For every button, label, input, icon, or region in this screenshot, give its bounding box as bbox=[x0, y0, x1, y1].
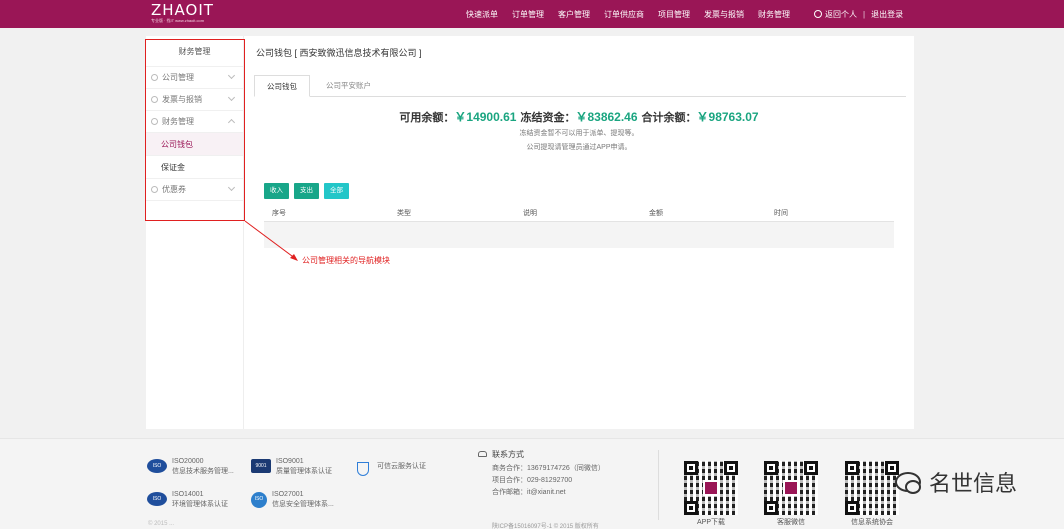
cert-desc: 信息技术服务管理... bbox=[172, 468, 234, 475]
wechat-icon bbox=[895, 472, 921, 494]
cert-iso20000: ISO ISO20000 信息技术服务管理... bbox=[147, 457, 234, 477]
contact-project: 项目合作：029-81292700 bbox=[492, 477, 573, 484]
footer-copyright: © 2015 ... bbox=[148, 521, 175, 527]
contact-title: 联系方式 bbox=[492, 450, 524, 459]
contact-email[interactable]: 合作邮箱：it@xianit.net bbox=[478, 487, 605, 499]
association-qr bbox=[845, 461, 899, 515]
contact-business: 商务合作：13679174726（同微信） bbox=[492, 465, 605, 472]
cert-desc: 环境管理体系认证 bbox=[172, 501, 228, 508]
watermark-text: 名世信息 bbox=[929, 471, 1018, 496]
app-download-qr bbox=[684, 461, 738, 515]
cert-trusted-cloud: 可信云服务认证 bbox=[357, 460, 426, 476]
cert-title: ISO27001 bbox=[272, 491, 304, 498]
cert-title: ISO9001 bbox=[276, 458, 304, 465]
annotation-text: 公司管理相关的导航模块 bbox=[302, 256, 390, 265]
iso-badge-icon: ISO bbox=[251, 492, 267, 508]
divider bbox=[658, 450, 659, 520]
iso9001-badge-icon: 9001 bbox=[251, 459, 271, 473]
cert-title: 可信云服务认证 bbox=[377, 463, 426, 470]
cert-title: ISO20000 bbox=[172, 458, 204, 465]
cert-iso9001: 9001 ISO9001 质量管理体系认证 bbox=[251, 457, 332, 477]
contact-info: 联系方式 商务合作：13679174726（同微信） 项目合作：029-8129… bbox=[478, 449, 605, 499]
iso-badge-icon: ISO bbox=[147, 492, 167, 506]
icp-text: 陕ICP备15016097号-1 © 2015 版权所有 bbox=[492, 524, 599, 529]
qr-label: 客服微信 bbox=[777, 519, 805, 526]
qr-label: APP下载 bbox=[696, 519, 725, 526]
phone-icon bbox=[478, 451, 487, 457]
cert-title: ISO14001 bbox=[172, 491, 204, 498]
iso-badge-icon: ISO bbox=[147, 459, 167, 473]
cert-desc: 信息安全管理体系... bbox=[272, 501, 334, 508]
cert-desc: 质量管理体系认证 bbox=[276, 468, 332, 475]
cert-iso14001: ISO ISO14001 环境管理体系认证 bbox=[147, 490, 228, 510]
watermark: 名世信息 bbox=[895, 466, 1017, 498]
qr-label: 信息系统协会 bbox=[851, 519, 893, 526]
service-wechat-qr bbox=[764, 461, 818, 515]
shield-icon bbox=[357, 462, 369, 476]
cert-iso27001: ISO ISO27001 信息安全管理体系... bbox=[251, 490, 334, 510]
